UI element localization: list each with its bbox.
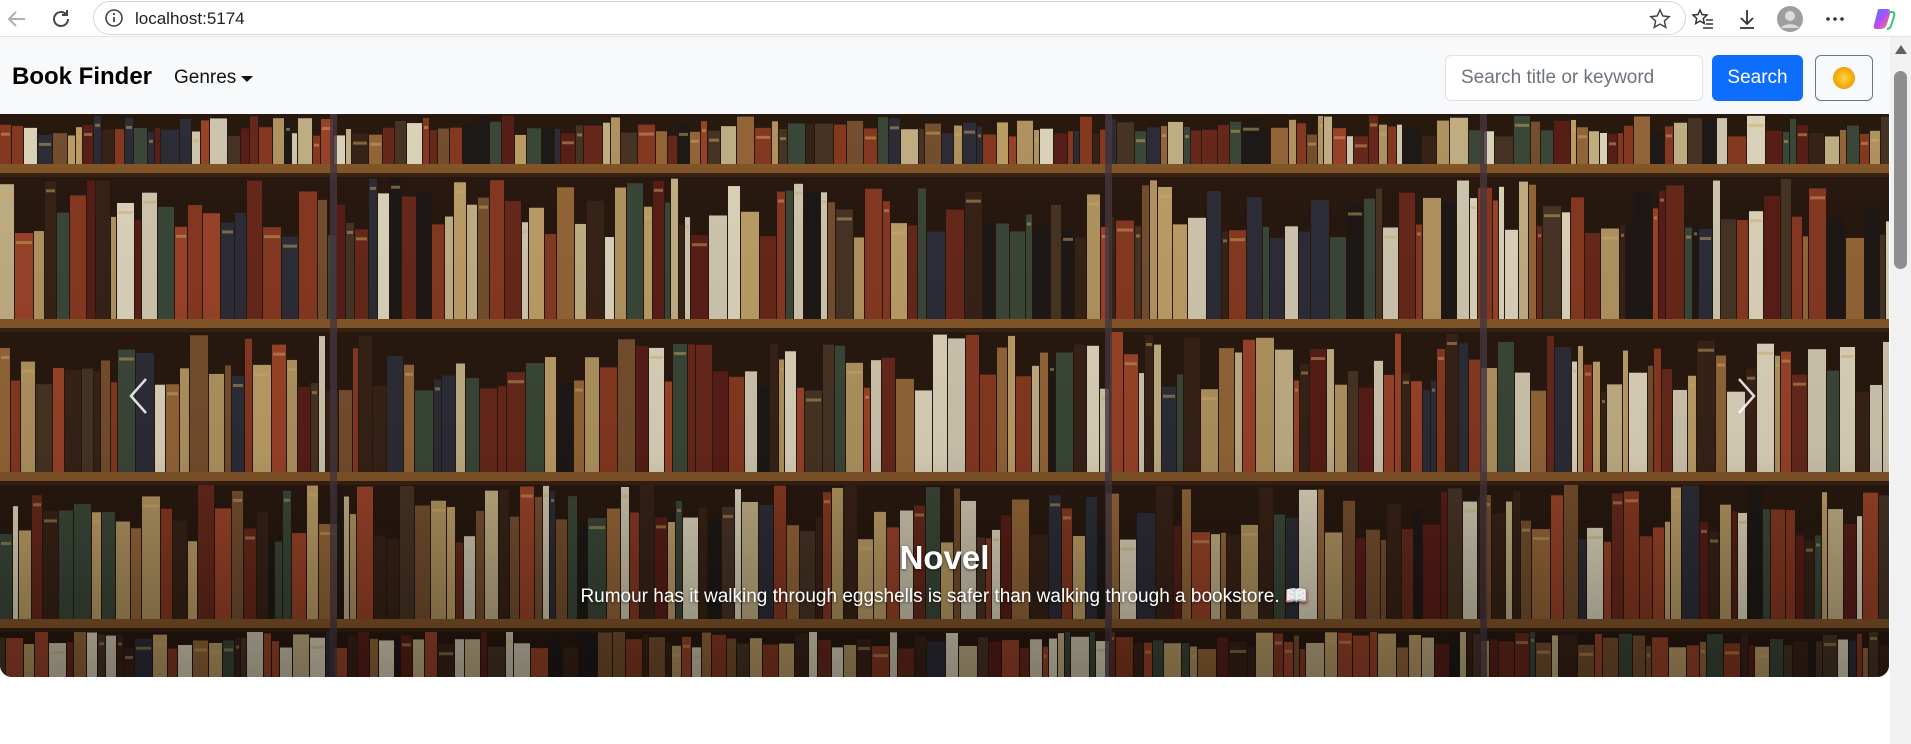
carousel-prev-button[interactable]	[118, 374, 158, 418]
app-navbar: Book Finder Genres Search	[0, 37, 1890, 114]
search-button[interactable]: Search	[1712, 55, 1803, 101]
carousel-text: Rumour has it walking through eggshells …	[580, 586, 1309, 607]
profile-avatar-icon	[1777, 6, 1803, 32]
carousel-title: Novel	[899, 539, 990, 576]
brand-logo-text[interactable]: Book Finder	[12, 63, 152, 91]
arrow-left-icon	[7, 11, 25, 27]
star-icon[interactable]	[1649, 8, 1671, 30]
scroll-up-arrow-icon[interactable]	[1895, 45, 1907, 54]
copilot-icon	[1873, 9, 1896, 30]
sun-icon	[1834, 68, 1854, 88]
page-scrollbar[interactable]	[1890, 37, 1911, 744]
carousel-caption: Novel Rumour has it walking through eggs…	[0, 538, 1889, 608]
search-input[interactable]	[1445, 55, 1703, 101]
reload-icon	[53, 10, 69, 27]
back-button[interactable]	[4, 6, 30, 32]
browser-toolbar: localhost:5174	[0, 0, 1911, 37]
chevron-right-icon	[1738, 378, 1756, 414]
favorites-icon	[1691, 8, 1713, 29]
copilot-button[interactable]	[1870, 5, 1898, 33]
more-horizontal-icon	[1826, 17, 1844, 21]
more-menu-button[interactable]	[1821, 5, 1849, 33]
site-info-icon[interactable]	[104, 8, 124, 28]
address-bar[interactable]: localhost:5174	[93, 1, 1686, 35]
theme-toggle-button[interactable]	[1815, 55, 1873, 101]
reload-button[interactable]	[48, 6, 74, 32]
profile-button[interactable]	[1776, 5, 1804, 33]
url-text: localhost:5174	[135, 9, 245, 28]
downloads-button[interactable]	[1733, 5, 1761, 33]
download-icon	[1740, 10, 1754, 29]
favorites-button[interactable]	[1689, 5, 1717, 33]
genres-dropdown[interactable]: Genres	[174, 67, 254, 89]
hero-carousel: Novel Rumour has it walking through eggs…	[0, 114, 1889, 677]
caret-down-icon	[241, 76, 254, 82]
carousel-next-button[interactable]	[1727, 374, 1767, 418]
genres-label: Genres	[174, 67, 237, 88]
scroll-thumb[interactable]	[1894, 71, 1907, 269]
chevron-left-icon	[129, 378, 147, 414]
